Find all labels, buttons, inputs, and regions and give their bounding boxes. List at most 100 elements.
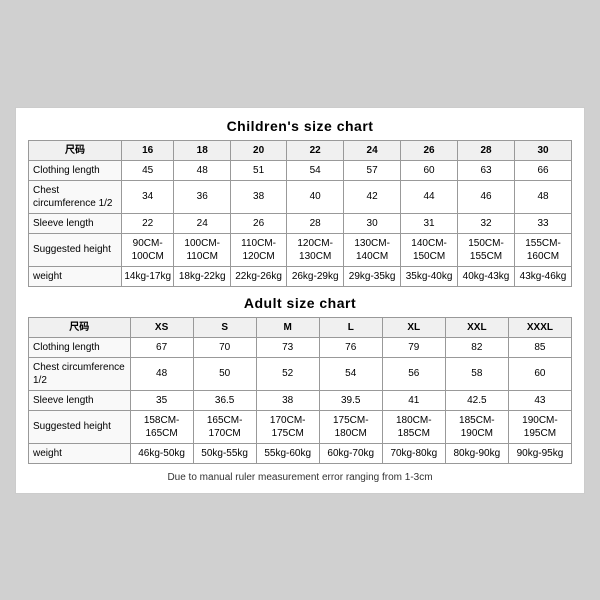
table-cell: 63 [458,160,515,180]
column-header: 16 [121,140,173,160]
table-cell: 34 [121,180,173,213]
row-label: Clothing length [29,337,131,357]
table-cell: 56 [382,357,445,390]
footer-note: Due to manual ruler measurement error ra… [28,472,572,483]
table-cell: 150CM-155CM [458,233,515,266]
column-header: 尺码 [29,140,122,160]
column-header: 22 [287,140,344,160]
table-cell: 55kg-60kg [256,443,319,463]
adult-title: Adult size chart [28,295,572,311]
table-cell: 58 [445,357,508,390]
table-cell: 40 [287,180,344,213]
table-cell: 165CM-170CM [193,410,256,443]
table-cell: 54 [287,160,344,180]
table-cell: 190CM-195CM [508,410,571,443]
table-cell: 35 [130,390,193,410]
column-header: 20 [230,140,286,160]
table-row: weight14kg-17kg18kg-22kg22kg-26kg26kg-29… [29,266,572,286]
table-cell: 52 [256,357,319,390]
table-cell: 158CM-165CM [130,410,193,443]
table-cell: 36.5 [193,390,256,410]
table-cell: 185CM-190CM [445,410,508,443]
column-header: XXXL [508,317,571,337]
table-cell: 26kg-29kg [287,266,344,286]
table-cell: 41 [382,390,445,410]
table-cell: 46kg-50kg [130,443,193,463]
table-cell: 70kg-80kg [382,443,445,463]
table-cell: 48 [174,160,231,180]
table-cell: 46 [458,180,515,213]
row-label: weight [29,443,131,463]
table-cell: 43 [508,390,571,410]
table-cell: 36 [174,180,231,213]
table-row: Sleeve length3536.53839.54142.543 [29,390,572,410]
row-label: Sleeve length [29,390,131,410]
column-header: 26 [401,140,458,160]
column-header: 24 [344,140,401,160]
table-cell: 29kg-35kg [344,266,401,286]
table-cell: 76 [319,337,382,357]
children-table: 尺码1618202224262830Clothing length4548515… [28,140,572,287]
column-header: 30 [515,140,572,160]
table-cell: 66 [515,160,572,180]
table-cell: 60 [401,160,458,180]
table-row: Chest circumference 1/248505254565860 [29,357,572,390]
table-row: Chest circumference 1/23436384042444648 [29,180,572,213]
table-cell: 110CM-120CM [230,233,286,266]
table-cell: 90kg-95kg [508,443,571,463]
table-cell: 170CM-175CM [256,410,319,443]
table-cell: 82 [445,337,508,357]
table-cell: 22 [121,213,173,233]
table-cell: 26 [230,213,286,233]
table-cell: 60 [508,357,571,390]
table-cell: 60kg-70kg [319,443,382,463]
table-row: Suggested height90CM-100CM100CM-110CM110… [29,233,572,266]
row-label: Clothing length [29,160,122,180]
table-cell: 38 [256,390,319,410]
table-cell: 73 [256,337,319,357]
table-cell: 48 [130,357,193,390]
chart-container: Children's size chart 尺码1618202224262830… [15,107,585,494]
table-cell: 175CM-180CM [319,410,382,443]
row-label: Suggested height [29,410,131,443]
column-header: XXL [445,317,508,337]
table-cell: 79 [382,337,445,357]
column-header: XL [382,317,445,337]
table-cell: 70 [193,337,256,357]
table-cell: 40kg-43kg [458,266,515,286]
row-label: Suggested height [29,233,122,266]
table-cell: 180CM-185CM [382,410,445,443]
table-cell: 38 [230,180,286,213]
table-cell: 42 [344,180,401,213]
column-header: 28 [458,140,515,160]
table-cell: 18kg-22kg [174,266,231,286]
row-label: Chest circumference 1/2 [29,357,131,390]
table-cell: 50kg-55kg [193,443,256,463]
table-cell: 50 [193,357,256,390]
row-label: Sleeve length [29,213,122,233]
table-cell: 51 [230,160,286,180]
column-header: L [319,317,382,337]
column-header: 18 [174,140,231,160]
table-cell: 44 [401,180,458,213]
column-header: 尺码 [29,317,131,337]
table-cell: 28 [287,213,344,233]
table-cell: 48 [515,180,572,213]
column-header: M [256,317,319,337]
column-header: XS [130,317,193,337]
table-row: Clothing length4548515457606366 [29,160,572,180]
adult-table: 尺码XSSMLXLXXLXXXLClothing length677073767… [28,317,572,464]
table-cell: 120CM-130CM [287,233,344,266]
table-cell: 32 [458,213,515,233]
table-cell: 57 [344,160,401,180]
children-title: Children's size chart [28,118,572,134]
table-cell: 39.5 [319,390,382,410]
table-cell: 90CM-100CM [121,233,173,266]
table-cell: 45 [121,160,173,180]
table-row: Sleeve length2224262830313233 [29,213,572,233]
table-row: Clothing length67707376798285 [29,337,572,357]
table-cell: 67 [130,337,193,357]
table-cell: 140CM-150CM [401,233,458,266]
table-cell: 42.5 [445,390,508,410]
table-row: Suggested height158CM-165CM165CM-170CM17… [29,410,572,443]
